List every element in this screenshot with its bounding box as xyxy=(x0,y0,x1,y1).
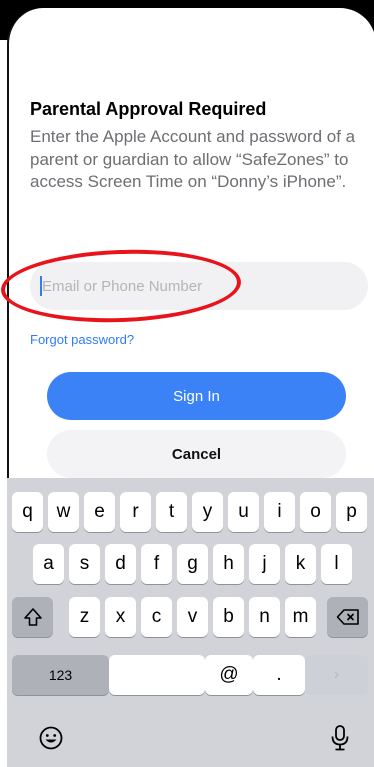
key-z[interactable]: z xyxy=(69,597,100,637)
space-key[interactable] xyxy=(109,655,205,695)
keyboard-row-3: z x c v b n m xyxy=(7,597,374,637)
microphone-icon xyxy=(331,725,349,751)
key-q[interactable]: q xyxy=(12,492,43,532)
keyboard: q w e r t y u i o p a s d f g h j k l z … xyxy=(7,478,374,767)
key-t[interactable]: t xyxy=(156,492,187,532)
key-l[interactable]: l xyxy=(321,544,352,584)
key-k[interactable]: k xyxy=(285,544,316,584)
key-b[interactable]: b xyxy=(213,597,244,637)
emoji-key[interactable] xyxy=(33,720,69,756)
key-f[interactable]: f xyxy=(141,544,172,584)
return-icon: › xyxy=(333,666,340,683)
shift-key[interactable] xyxy=(12,597,53,637)
key-o[interactable]: o xyxy=(300,492,331,532)
key-u[interactable]: u xyxy=(228,492,259,532)
key-p[interactable]: p xyxy=(336,492,367,532)
key-w[interactable]: w xyxy=(48,492,79,532)
delete-icon xyxy=(336,609,359,625)
numbers-key[interactable]: 123 xyxy=(12,655,109,695)
key-i[interactable]: i xyxy=(264,492,295,532)
emoji-icon xyxy=(39,726,63,750)
key-d[interactable]: d xyxy=(105,544,136,584)
dot-key[interactable]: . xyxy=(253,655,305,695)
return-key[interactable]: › xyxy=(305,655,368,695)
dialog-message: Enter the Apple Account and password of … xyxy=(30,127,356,191)
email-field[interactable] xyxy=(30,262,368,310)
key-a[interactable]: a xyxy=(33,544,64,584)
key-h[interactable]: h xyxy=(213,544,244,584)
keyboard-row-1: q w e r t y u i o p xyxy=(7,492,374,532)
key-y[interactable]: y xyxy=(192,492,223,532)
shift-icon xyxy=(23,608,42,626)
key-v[interactable]: v xyxy=(177,597,208,637)
key-x[interactable]: x xyxy=(105,597,136,637)
key-e[interactable]: e xyxy=(84,492,115,532)
microphone-key[interactable] xyxy=(322,720,358,756)
dialog-title: Parental Approval Required xyxy=(30,99,267,119)
key-g[interactable]: g xyxy=(177,544,208,584)
key-c[interactable]: c xyxy=(141,597,172,637)
key-n[interactable]: n xyxy=(249,597,280,637)
key-m[interactable]: m xyxy=(285,597,316,637)
keyboard-row-4: 123 @ . › xyxy=(7,655,374,695)
keyboard-row-2: a s d f g h j k l xyxy=(7,544,374,584)
at-key[interactable]: @ xyxy=(205,655,253,695)
key-j[interactable]: j xyxy=(249,544,280,584)
key-s[interactable]: s xyxy=(69,544,100,584)
forgot-password-link[interactable]: Forgot password? xyxy=(30,332,134,347)
sign-in-button[interactable]: Sign In xyxy=(47,372,346,420)
cancel-button[interactable]: Cancel xyxy=(47,430,346,478)
key-r[interactable]: r xyxy=(120,492,151,532)
delete-key[interactable] xyxy=(327,597,368,637)
